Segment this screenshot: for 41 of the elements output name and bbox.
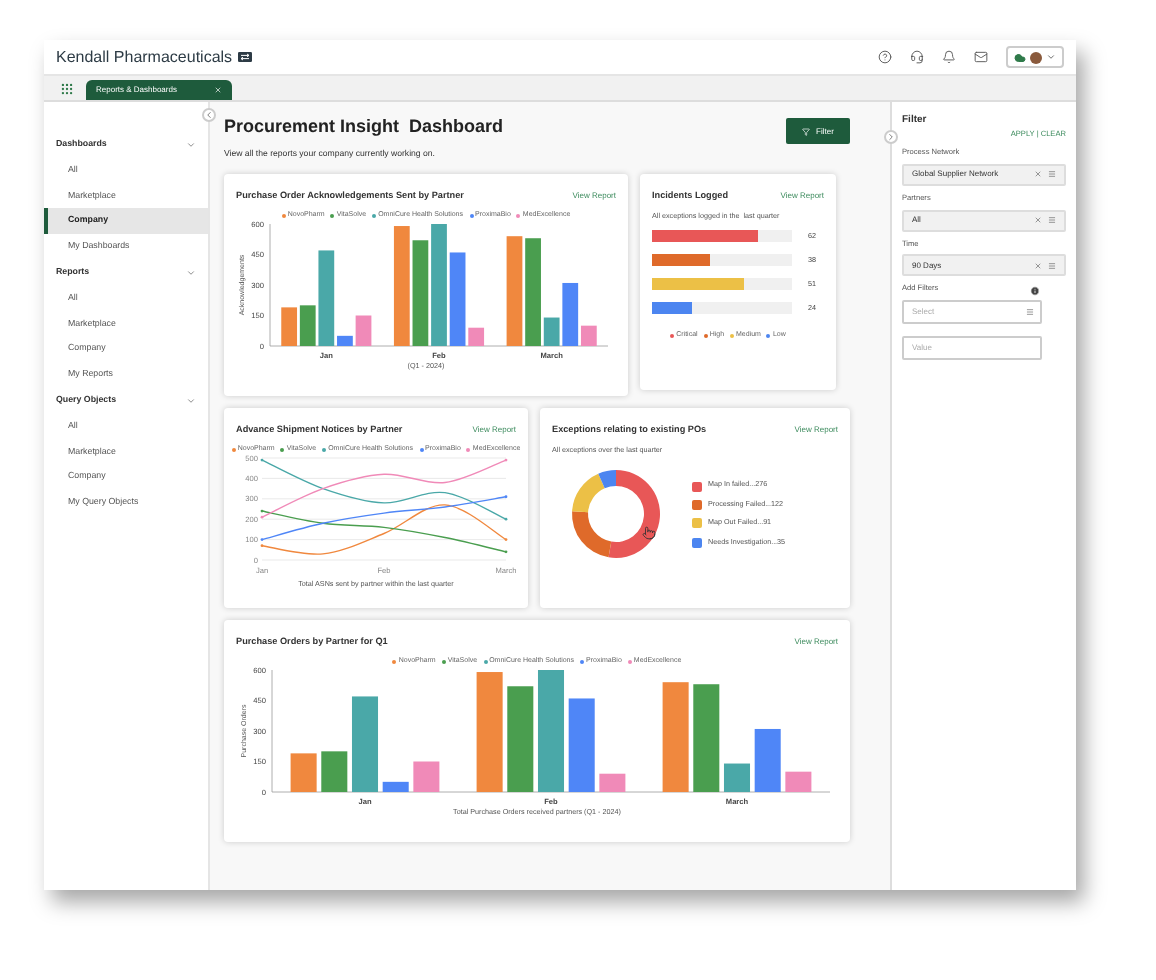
collapse-sidebar-button[interactable] [202,108,216,122]
bar [351,697,377,793]
chevron-down-icon [1046,52,1056,62]
bar [393,226,410,347]
help-icon[interactable] [878,50,892,64]
bar [381,782,408,793]
bar [723,764,749,793]
cloud-icon [1014,51,1026,63]
avatar [1030,51,1042,63]
bar [567,699,594,793]
filter-icon [802,127,811,135]
bar [475,672,502,793]
bell-icon[interactable] [942,50,956,64]
logo-icon [238,52,253,62]
chevron-down-icon[interactable] [186,267,196,278]
chevron-right-icon [886,132,896,142]
bar [412,240,429,347]
bar [661,682,688,793]
bar [784,772,811,793]
info-icon[interactable] [1030,285,1040,296]
chevron-down-icon[interactable] [186,139,196,150]
collapse-filter-button[interactable] [884,130,898,144]
bar [281,308,298,347]
apps-grid-icon[interactable] [60,81,74,95]
bar [506,236,523,347]
bar [506,686,533,793]
bar [289,754,316,793]
hand-cursor-icon [642,526,656,541]
bar [412,762,439,793]
chevron-down-icon[interactable] [186,395,196,406]
bar [598,774,625,793]
headset-icon[interactable] [910,50,924,64]
bar [753,729,780,793]
bar [692,684,719,793]
profile-menu[interactable] [1006,46,1064,68]
chevron-left-icon [204,110,214,120]
page-title: Procurement Insight Dashboard [224,114,504,140]
company-name: Kendall Pharmaceuticals [56,45,233,69]
mail-icon[interactable] [974,50,988,64]
bar [320,752,347,793]
bar [537,670,563,793]
